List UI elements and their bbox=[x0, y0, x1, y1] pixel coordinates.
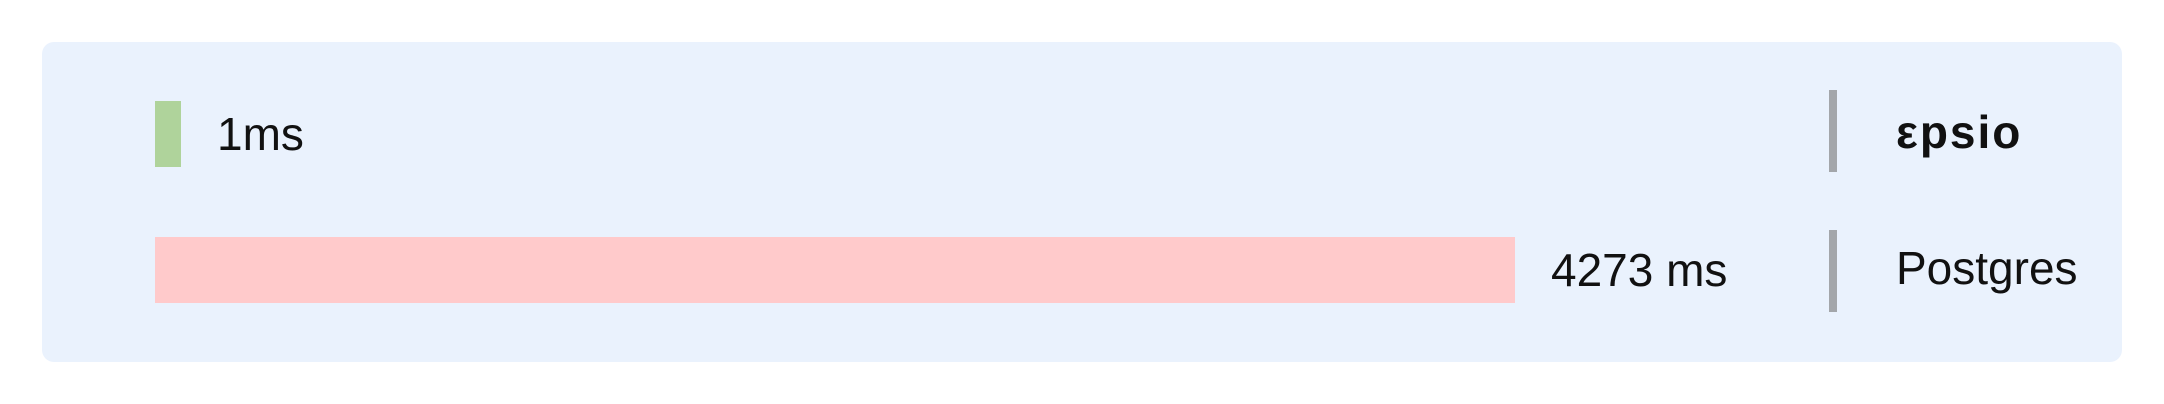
value-label-epsio: 1ms bbox=[217, 108, 304, 160]
row-divider-epsio bbox=[1829, 90, 1837, 172]
value-label-postgres: 4273 ms bbox=[1551, 244, 1728, 296]
row-divider-postgres bbox=[1829, 230, 1837, 312]
chart-panel bbox=[42, 42, 2122, 362]
category-label-postgres: Postgres bbox=[1896, 242, 2078, 294]
bar-epsio bbox=[155, 101, 181, 167]
category-label-epsio: εpsio bbox=[1896, 106, 2023, 158]
bar-postgres bbox=[155, 237, 1515, 303]
